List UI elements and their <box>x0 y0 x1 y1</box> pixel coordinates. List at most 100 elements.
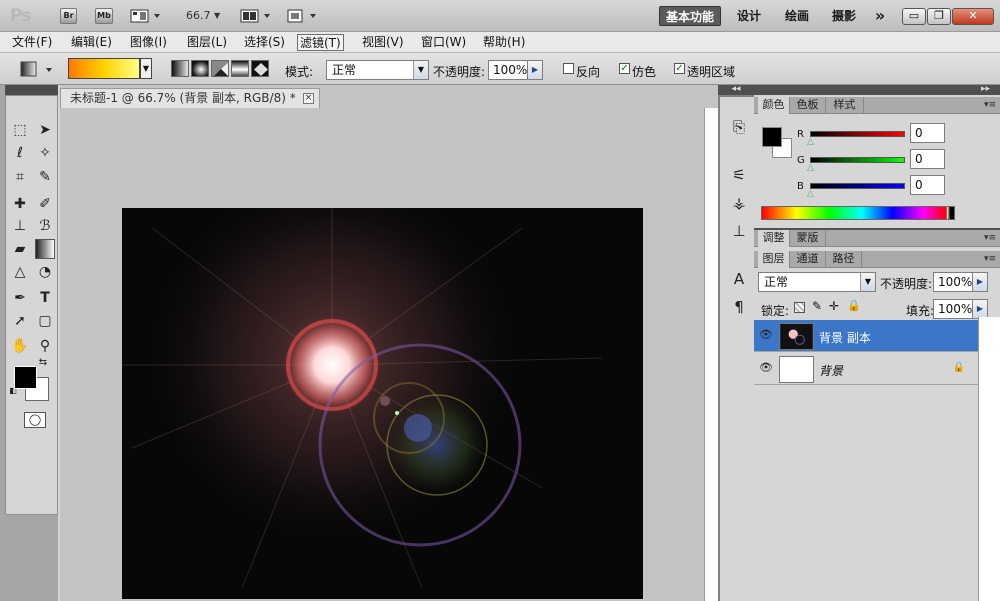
tab-color[interactable]: 颜色 <box>758 97 790 114</box>
layer-opacity-arrow-icon[interactable]: ▶ <box>972 272 988 292</box>
image-canvas[interactable] <box>122 208 643 599</box>
red-slider-thumb-icon[interactable]: △ <box>807 137 814 147</box>
opacity-input[interactable]: 100% <box>488 60 528 80</box>
paragraph-panel-icon[interactable]: ¶ <box>728 297 750 317</box>
menu-view[interactable]: 视图(V) <box>360 34 406 51</box>
lock-all-icon[interactable]: 🔒 <box>847 299 861 312</box>
green-value-input[interactable]: 0 <box>910 149 945 169</box>
gradient-tool-icon[interactable] <box>35 239 55 259</box>
menu-filter[interactable]: 滤镜(T) <box>297 34 344 51</box>
lock-position-icon[interactable]: ✛ <box>829 299 839 313</box>
dodge-tool-icon[interactable]: ◔ <box>35 262 55 282</box>
tab-adjustments[interactable]: 调整 <box>758 230 790 247</box>
mini-bridge-button[interactable]: Mb <box>95 8 113 24</box>
transparency-checkbox[interactable]: ✓ <box>674 63 685 74</box>
view-extras-icon[interactable] <box>130 9 162 23</box>
tab-channels[interactable]: 通道 <box>790 251 826 268</box>
swap-colors-icon[interactable]: ⇆ <box>36 356 50 370</box>
eraser-tool-icon[interactable]: ▰ <box>10 239 30 259</box>
red-value-input[interactable]: 0 <box>910 123 945 143</box>
lock-pixels-icon[interactable]: ✎ <box>812 299 822 313</box>
tab-swatches[interactable]: 色板 <box>790 97 826 114</box>
menu-file[interactable]: 文件(F) <box>10 34 54 51</box>
document-tab[interactable]: 未标题-1 @ 66.7% (背景 副本, RGB/8) * × <box>60 88 320 108</box>
layer-row-background-copy[interactable]: 👁 背景 副本 <box>754 320 978 352</box>
reflected-gradient-icon[interactable] <box>231 60 249 77</box>
move-tool-icon[interactable]: ➤ <box>35 120 55 140</box>
pen-tool-icon[interactable]: ✒ <box>10 288 30 308</box>
red-slider[interactable] <box>810 131 905 137</box>
gradient-tool-preset-icon[interactable] <box>20 61 56 77</box>
shape-tool-icon[interactable]: ▢ <box>35 311 55 331</box>
color-spectrum-ramp[interactable] <box>761 206 955 220</box>
gradient-picker-arrow-icon[interactable]: ▼ <box>140 58 152 79</box>
menu-layer[interactable]: 图层(L) <box>185 34 229 51</box>
diamond-gradient-icon[interactable] <box>251 60 269 77</box>
blur-tool-icon[interactable]: △ <box>10 262 30 282</box>
fill-input[interactable]: 100% <box>933 299 973 319</box>
tab-layers[interactable]: 图层 <box>758 251 790 268</box>
layer-visibility-eye-icon[interactable]: 👁 <box>757 359 775 377</box>
type-tool-icon[interactable]: T <box>35 288 55 308</box>
more-workspaces-icon[interactable]: » <box>870 6 890 26</box>
tab-masks[interactable]: 蒙版 <box>790 230 826 247</box>
blue-value-input[interactable]: 0 <box>910 175 945 195</box>
layers-scrollbar[interactable] <box>978 317 1000 601</box>
tab-styles[interactable]: 样式 <box>826 97 864 114</box>
layers-panel-menu-icon[interactable]: ▾≡ <box>984 254 996 264</box>
workspace-painting[interactable]: 绘画 <box>780 6 814 26</box>
zoom-level[interactable]: 66.7 <box>186 9 211 22</box>
menu-window[interactable]: 窗口(W) <box>419 34 468 51</box>
layer-opacity-input[interactable]: 100% <box>933 272 973 292</box>
menu-help[interactable]: 帮助(H) <box>481 34 527 51</box>
zoom-tool-icon[interactable]: ⚲ <box>35 336 55 356</box>
color-panel-menu-icon[interactable]: ▾≡ <box>984 100 996 110</box>
menu-select[interactable]: 选择(S) <box>242 34 287 51</box>
brush-presets-icon[interactable]: ⚶ <box>728 193 750 213</box>
close-icon[interactable]: ✕ <box>952 8 994 25</box>
history-brush-tool-icon[interactable]: ℬ <box>35 216 55 236</box>
restore-icon[interactable]: ❐ <box>927 8 951 25</box>
zoom-dropdown-icon[interactable]: ▼ <box>214 11 220 20</box>
document-close-icon[interactable]: × <box>303 93 314 104</box>
minimize-icon[interactable]: ▭ <box>902 8 926 25</box>
layer-blend-mode-select[interactable]: 正常 ▼ <box>758 272 876 292</box>
green-slider[interactable] <box>810 157 905 163</box>
menu-image[interactable]: 图像(I) <box>128 34 169 51</box>
tab-paths[interactable]: 路径 <box>826 251 862 268</box>
crop-tool-icon[interactable]: ⌗ <box>10 167 30 187</box>
radial-gradient-icon[interactable] <box>191 60 209 77</box>
brush-tool-icon[interactable]: ✐ <box>35 194 55 214</box>
eyedropper-tool-icon[interactable]: ✎ <box>35 167 55 187</box>
blue-slider-thumb-icon[interactable]: △ <box>807 189 814 199</box>
bridge-button[interactable]: Br <box>60 8 77 24</box>
angle-gradient-icon[interactable] <box>211 60 229 77</box>
workspace-design[interactable]: 设计 <box>732 6 766 26</box>
foreground-color-swatch[interactable] <box>14 366 37 389</box>
gradient-picker[interactable] <box>68 58 140 79</box>
workspace-essentials[interactable]: 基本功能 <box>659 6 721 26</box>
healing-brush-tool-icon[interactable]: ✚ <box>10 194 30 214</box>
hand-tool-icon[interactable]: ✋ <box>10 336 30 356</box>
dither-checkbox[interactable]: ✓ <box>619 63 630 74</box>
workspace-photography[interactable]: 摄影 <box>827 6 861 26</box>
lasso-tool-icon[interactable]: ℓ <box>10 143 30 163</box>
lock-transparent-icon[interactable] <box>794 302 805 313</box>
marquee-tool-icon[interactable]: ⬚ <box>10 120 30 140</box>
arrange-documents-icon[interactable] <box>240 9 272 23</box>
path-selection-tool-icon[interactable]: ➚ <box>10 311 30 331</box>
color-panel-foreground[interactable] <box>762 127 782 147</box>
history-panel-icon[interactable]: ⎘ <box>728 117 750 137</box>
quick-selection-tool-icon[interactable]: ✧ <box>35 143 55 163</box>
linear-gradient-icon[interactable] <box>171 60 189 77</box>
blend-mode-select[interactable]: 正常 ▼ <box>326 60 429 80</box>
quick-mask-icon[interactable]: ◯ <box>24 412 46 428</box>
color-panel-header[interactable]: ▸▸ <box>754 85 1000 95</box>
adjustments-panel-menu-icon[interactable]: ▾≡ <box>984 233 996 243</box>
dock-header[interactable]: ◂◂ <box>718 85 754 95</box>
opacity-arrow-icon[interactable]: ▶ <box>527 60 543 80</box>
character-panel-icon[interactable]: A <box>728 269 750 289</box>
layer-row-background[interactable]: 👁 背景 🔒 <box>754 353 978 385</box>
brush-panel-icon[interactable]: ⚟ <box>728 165 750 185</box>
clone-source-icon[interactable]: ⊥ <box>728 221 750 241</box>
